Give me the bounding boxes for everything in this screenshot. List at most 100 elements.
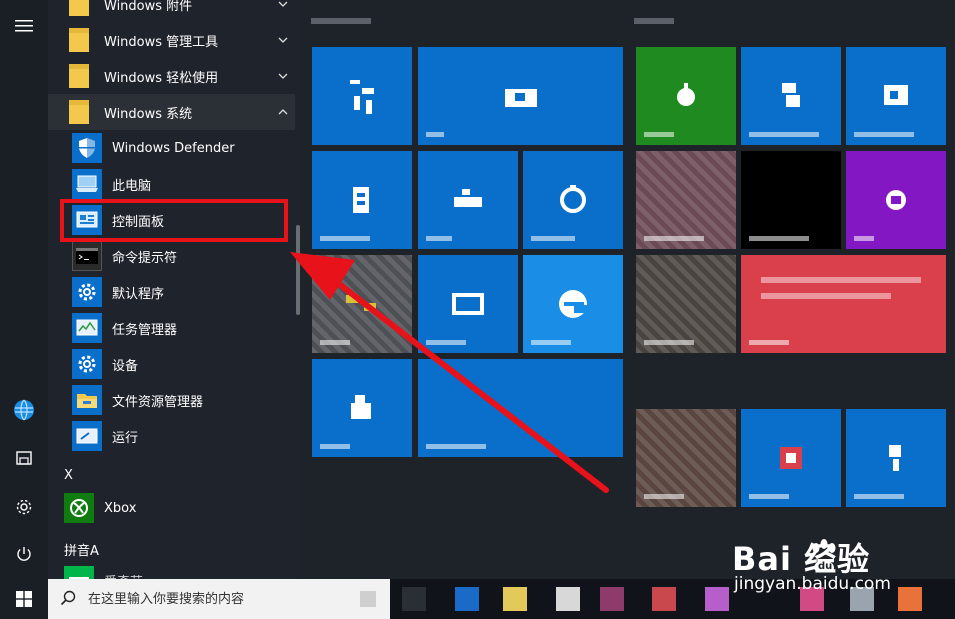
photo-icon <box>346 295 376 311</box>
app-devices[interactable]: 设备 <box>48 346 295 382</box>
highlight-box <box>60 199 288 242</box>
tile[interactable] <box>523 255 623 353</box>
search-input[interactable] <box>88 587 378 611</box>
tile[interactable] <box>418 47 623 145</box>
tile-label <box>320 340 350 345</box>
folder-windows-system[interactable]: Windows 系统 <box>48 94 295 130</box>
taskbar-app[interactable] <box>402 587 426 611</box>
chevron-down-icon <box>278 73 288 79</box>
app-label: 任务管理器 <box>112 322 178 338</box>
folder-icon <box>69 100 89 124</box>
power-icon <box>17 547 31 561</box>
folder-icon <box>69 28 89 52</box>
tile-label <box>854 494 904 499</box>
shield-icon <box>79 138 95 158</box>
app-label: Xbox <box>104 500 137 516</box>
power-button[interactable] <box>0 532 48 576</box>
tile[interactable] <box>741 409 841 507</box>
folder-windows-accessories[interactable]: Windows 附件 <box>48 0 295 22</box>
app-command-prompt[interactable]: 命令提示符 <box>48 238 295 274</box>
tile[interactable] <box>741 255 946 353</box>
taskbar-app[interactable] <box>705 587 729 611</box>
app-label: 运行 <box>112 430 139 446</box>
taskbar-app[interactable] <box>556 587 580 611</box>
settings-button[interactable] <box>0 485 48 529</box>
tile[interactable] <box>846 409 946 507</box>
group-header-x[interactable]: X <box>64 468 73 483</box>
taskbar-app[interactable] <box>503 587 527 611</box>
app-label: 此电脑 <box>112 178 152 194</box>
taskbar-app[interactable] <box>455 587 479 611</box>
tile[interactable] <box>846 47 946 145</box>
tile[interactable] <box>636 255 736 353</box>
app-default-programs[interactable]: 默认程序 <box>48 274 295 310</box>
tile-label <box>531 236 575 241</box>
app-label: 设备 <box>112 358 139 374</box>
tile-text-line <box>761 293 891 299</box>
tile-label <box>749 132 819 137</box>
app-list-scroll-thumb[interactable] <box>296 225 300 315</box>
app-xbox[interactable]: Xbox <box>48 490 295 526</box>
app-windows-defender[interactable]: Windows Defender <box>48 130 295 166</box>
tile-label <box>644 132 674 137</box>
app-icon <box>353 187 369 213</box>
folder-label: Windows 轻松使用 <box>104 70 219 86</box>
folder-windows-ease-of-access[interactable]: Windows 轻松使用 <box>48 58 295 94</box>
tile[interactable] <box>312 359 412 457</box>
app-file-explorer[interactable]: 文件资源管理器 <box>48 382 295 418</box>
tile[interactable] <box>312 47 412 145</box>
folder-label: Windows 系统 <box>104 106 193 122</box>
tile[interactable] <box>312 255 412 353</box>
tile[interactable] <box>418 151 518 249</box>
app-task-manager[interactable]: 任务管理器 <box>48 310 295 346</box>
app-icon <box>782 83 800 107</box>
app-label: Windows Defender <box>112 140 235 156</box>
documents-button[interactable] <box>0 436 48 480</box>
document-icon <box>16 451 32 465</box>
app-label: 爱奇艺 <box>104 571 143 580</box>
gear-icon <box>16 499 32 515</box>
tile[interactable] <box>741 47 841 145</box>
tile-label <box>749 340 789 345</box>
tile[interactable] <box>418 255 518 353</box>
app-this-pc[interactable]: 此电脑 <box>48 166 295 202</box>
app-icon <box>889 445 901 471</box>
folder-icon <box>69 0 89 16</box>
watermark-url: jingyan.baidu.com <box>734 574 891 594</box>
tile[interactable] <box>846 151 946 249</box>
tile-label <box>749 236 809 241</box>
hamburger-menu-button[interactable] <box>0 4 48 48</box>
folder-windows-admin-tools[interactable]: Windows 管理工具 <box>48 22 295 58</box>
tile[interactable] <box>312 151 412 249</box>
folder-explorer-icon <box>77 394 97 408</box>
folder-label: Windows 管理工具 <box>104 34 219 50</box>
taskbar-search-box[interactable] <box>48 579 390 619</box>
chevron-up-icon <box>278 109 288 115</box>
app-label: 命令提示符 <box>112 250 178 266</box>
xbox-icon <box>70 499 88 517</box>
tile[interactable] <box>418 359 623 457</box>
folder-label: Windows 附件 <box>104 0 193 14</box>
taskbar-app[interactable] <box>600 587 624 611</box>
tile-label <box>854 132 914 137</box>
app-icon <box>677 83 695 106</box>
globe-icon <box>14 399 34 421</box>
tile[interactable] <box>636 151 736 249</box>
tile[interactable] <box>636 409 736 507</box>
tile[interactable] <box>636 47 736 145</box>
app-run[interactable]: 运行 <box>48 418 295 454</box>
windows-logo-icon <box>16 591 32 607</box>
start-menu-rail <box>0 0 48 579</box>
app-iqiyi[interactable]: 爱奇艺 <box>48 562 295 579</box>
taskbar-app[interactable] <box>652 587 676 611</box>
tile[interactable] <box>741 151 841 249</box>
tile[interactable] <box>523 151 623 249</box>
user-avatar-button[interactable] <box>0 388 48 432</box>
tile-label <box>320 236 370 241</box>
app-label: 默认程序 <box>112 286 165 302</box>
app-list: Windows 附件 Windows 管理工具 Windows 轻松使用 Win… <box>48 0 295 579</box>
start-button[interactable] <box>0 579 48 619</box>
tile-label <box>644 494 684 499</box>
group-header-pinyin-a[interactable]: 拼音A <box>64 540 99 559</box>
cortana-icon[interactable] <box>360 591 376 607</box>
